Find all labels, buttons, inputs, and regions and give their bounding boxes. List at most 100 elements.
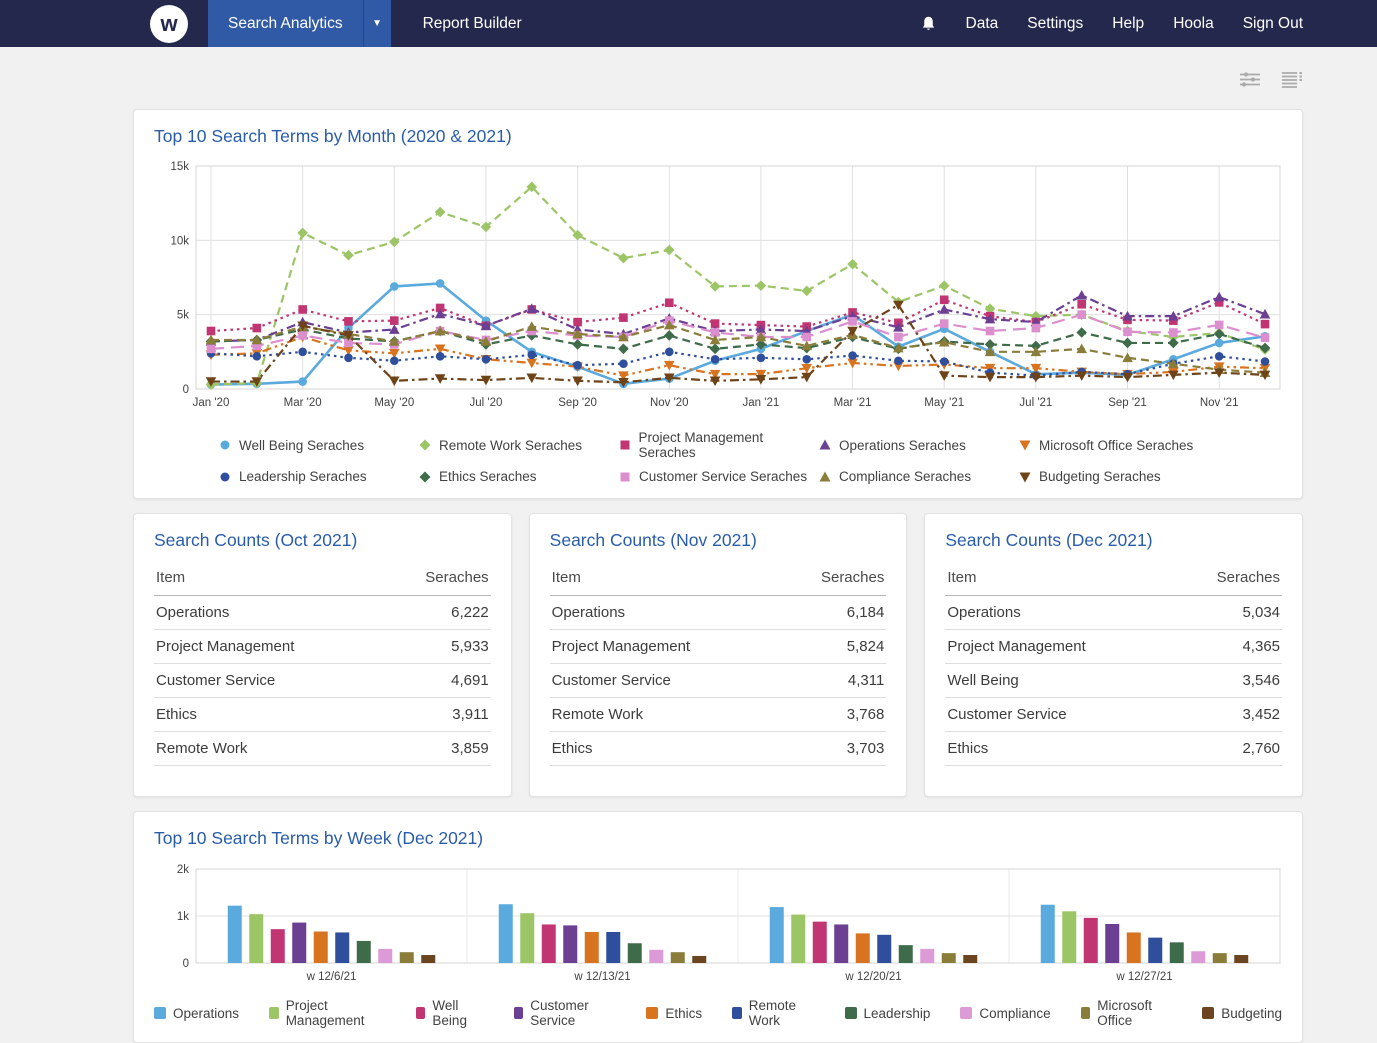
legend-item-remote-work-seraches[interactable]: Remote Work Seraches (418, 430, 618, 460)
table-row: Project Management5,824 (550, 630, 887, 664)
item-cell: Remote Work (550, 698, 779, 732)
dashboard-content: Top 10 Search Terms by Month (2020 & 202… (133, 47, 1303, 1043)
table-row: Operations6,222 (154, 596, 491, 630)
legend-item-well-being[interactable]: Well Being (416, 998, 484, 1028)
legend-item-ethics-seraches[interactable]: Ethics Seraches (418, 469, 618, 484)
svg-text:1k: 1k (177, 911, 189, 923)
chevron-down-icon[interactable]: ▼ (364, 0, 391, 47)
column-header-seraches: Seraches (383, 561, 491, 596)
svg-text:Jul '20: Jul '20 (470, 397, 503, 409)
legend-item-microsoft-office[interactable]: Microsoft Office (1081, 998, 1173, 1028)
seraches-cell: 3,452 (1174, 698, 1282, 732)
table-row: Customer Service4,311 (550, 664, 887, 698)
list-icon[interactable] (1281, 71, 1303, 93)
table-row: Project Management4,365 (945, 630, 1282, 664)
monthly-line-chart-svg: 05k10k15kJan '20Mar '20May '20Jul '20Sep… (154, 157, 1284, 419)
seraches-cell: 5,933 (383, 630, 491, 664)
legend-swatch-icon (1202, 1007, 1214, 1019)
legend-label: Project Management Seraches (639, 430, 818, 460)
seraches-cell: 2,760 (1174, 732, 1282, 766)
search-counts-table-nov: Item Seraches Operations6,184Project Man… (550, 561, 887, 766)
table-row: Operations6,184 (550, 596, 887, 630)
legend-label: Budgeting Seraches (1039, 469, 1161, 484)
item-cell: Operations (154, 596, 383, 630)
view-toggle-bar (133, 47, 1303, 109)
svg-text:2k: 2k (177, 864, 189, 876)
legend-item-operations[interactable]: Operations (154, 998, 239, 1028)
legend-swatch-icon (845, 1007, 857, 1019)
nav-item-settings[interactable]: Settings (1027, 15, 1083, 33)
legend-swatch-icon (514, 1007, 524, 1019)
legend-item-well-being-seraches[interactable]: Well Being Seraches (218, 430, 418, 460)
seraches-cell: 3,703 (778, 732, 886, 766)
nav-item-help[interactable]: Help (1112, 15, 1144, 33)
search-counts-table-oct: Item Seraches Operations6,222Project Man… (154, 561, 491, 766)
legend-label: Ethics Seraches (439, 469, 537, 484)
nav-right-links: Data Settings Help Hoola Sign Out (920, 0, 1303, 47)
table-card-nov: Search Counts (Nov 2021) Item Seraches O… (529, 513, 908, 797)
legend-label: Leadership Seraches (239, 469, 367, 484)
legend-item-budgeting-seraches[interactable]: Budgeting Seraches (1018, 469, 1218, 484)
legend-item-remote-work[interactable]: Remote Work (732, 998, 814, 1028)
item-cell: Remote Work (154, 732, 383, 766)
legend-item-budgeting[interactable]: Budgeting (1202, 998, 1282, 1028)
legend-item-compliance[interactable]: Compliance (960, 998, 1050, 1028)
tab-report-builder-label[interactable]: Report Builder (403, 0, 542, 47)
nav-item-data[interactable]: Data (966, 15, 999, 33)
legend-marker-icon (218, 470, 232, 484)
table-card-dec: Search Counts (Dec 2021) Item Seraches O… (924, 513, 1303, 797)
legend-label: Operations Seraches (839, 438, 966, 453)
tab-search-analytics-label[interactable]: Search Analytics (208, 0, 363, 47)
legend-swatch-icon (732, 1007, 742, 1019)
table-row: Operations5,034 (945, 596, 1282, 630)
table-row: Customer Service4,691 (154, 664, 491, 698)
svg-text:w 12/20/21: w 12/20/21 (844, 971, 901, 983)
item-cell: Ethics (945, 732, 1174, 766)
app-logo[interactable]: w (150, 5, 188, 43)
item-cell: Project Management (154, 630, 383, 664)
legend-label: Microsoft Office Seraches (1039, 438, 1193, 453)
table-row: Ethics3,911 (154, 698, 491, 732)
search-count-tables: Search Counts (Oct 2021) Item Seraches O… (133, 513, 1303, 811)
nav-item-hoola[interactable]: Hoola (1173, 15, 1214, 33)
nav-item-sign-out[interactable]: Sign Out (1243, 15, 1303, 33)
legend-item-customer-service-seraches[interactable]: Customer Service Seraches (618, 469, 818, 484)
legend-item-leadership[interactable]: Leadership (845, 998, 931, 1028)
legend-marker-icon (418, 470, 432, 484)
seraches-cell: 4,311 (778, 664, 886, 698)
svg-text:May '21: May '21 (924, 397, 964, 409)
column-header-seraches: Seraches (778, 561, 886, 596)
table-title-nov: Search Counts (Nov 2021) (550, 530, 887, 551)
table-title-oct: Search Counts (Oct 2021) (154, 530, 491, 551)
legend-swatch-icon (269, 1007, 279, 1019)
svg-text:Jul '21: Jul '21 (1019, 397, 1052, 409)
seraches-cell: 4,365 (1174, 630, 1282, 664)
svg-text:15k: 15k (170, 161, 189, 173)
legend-item-leadership-seraches[interactable]: Leadership Seraches (218, 469, 418, 484)
item-cell: Operations (550, 596, 779, 630)
legend-item-ethics[interactable]: Ethics (646, 998, 702, 1028)
seraches-cell: 3,768 (778, 698, 886, 732)
legend-label: Budgeting (1221, 1006, 1282, 1021)
svg-text:10k: 10k (170, 235, 189, 247)
svg-text:w 12/13/21: w 12/13/21 (573, 971, 630, 983)
legend-marker-icon (618, 470, 632, 484)
svg-text:w 12/6/21: w 12/6/21 (306, 971, 357, 983)
item-cell: Customer Service (154, 664, 383, 698)
table-row: Customer Service3,452 (945, 698, 1282, 732)
table-row: Ethics3,703 (550, 732, 887, 766)
legend-marker-icon (218, 438, 232, 452)
legend-label: Operations (173, 1006, 239, 1021)
legend-item-project-management-seraches[interactable]: Project Management Seraches (618, 430, 818, 460)
legend-swatch-icon (1081, 1007, 1091, 1019)
legend-item-compliance-seraches[interactable]: Compliance Seraches (818, 469, 1018, 484)
legend-item-operations-seraches[interactable]: Operations Seraches (818, 430, 1018, 460)
sliders-icon[interactable] (1239, 71, 1261, 93)
svg-text:Jan '20: Jan '20 (193, 397, 230, 409)
legend-item-customer-service[interactable]: Customer Service (514, 998, 617, 1028)
svg-text:Sep '20: Sep '20 (558, 397, 597, 409)
legend-item-microsoft-office-seraches[interactable]: Microsoft Office Seraches (1018, 430, 1218, 460)
legend-item-project-management[interactable]: Project Management (269, 998, 386, 1028)
notifications-bell-icon[interactable] (920, 15, 937, 33)
weekly-bar-chart-svg: 01k2kw 12/6/21w 12/13/21w 12/20/21w 12/2… (154, 859, 1284, 987)
